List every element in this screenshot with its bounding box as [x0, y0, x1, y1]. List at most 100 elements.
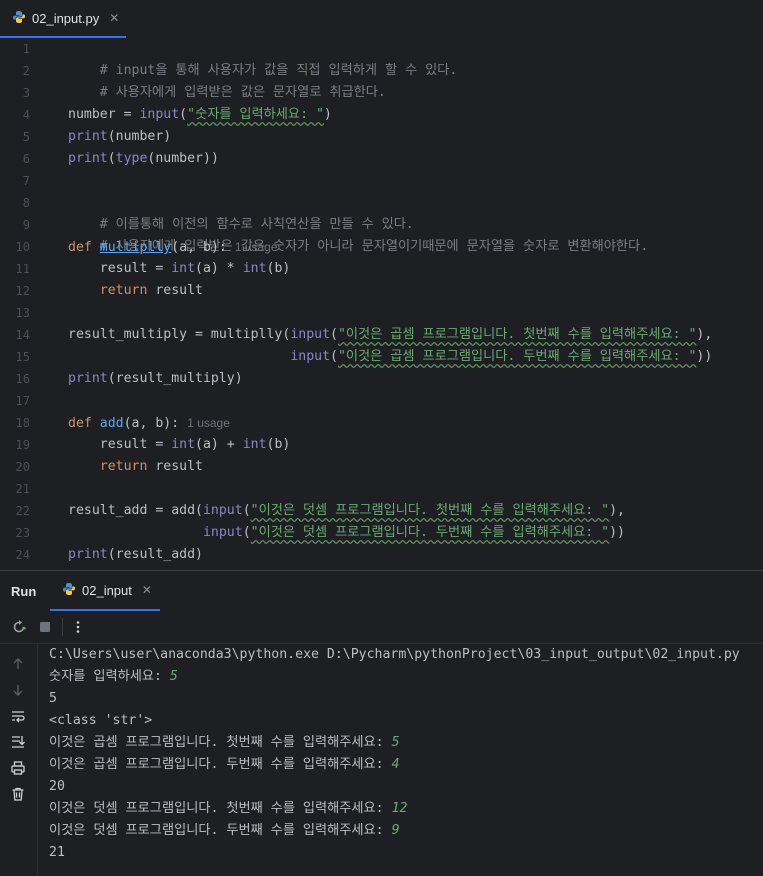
python-file-icon — [62, 581, 76, 600]
code-editor[interactable]: 1 2 3 4 5 6 7 8 9 10 11 12 13 14 15 16 1… — [0, 38, 763, 570]
code-line-23: input("이것은 덧셈 프로그램입니다. 두번째 수를 입력해주세요: ")… — [68, 522, 625, 544]
editor-tab-label: 02_input.py — [32, 10, 100, 26]
console-text: C:\Users\user\anaconda3\python.exe D:\Py… — [49, 647, 740, 662]
line-number: 22 — [15, 504, 30, 518]
python-file-icon — [12, 9, 26, 28]
console-line: 이것은 곱셈 프로그램입니다. 두번째 수를 입력해주세요: 4 — [49, 754, 759, 776]
code-line-24: print(result_add) — [68, 544, 203, 566]
line-number: 20 — [15, 460, 30, 474]
code-line-15: input("이것은 곱셈 프로그램입니다. 두번째 수를 입력해주세요: ")… — [68, 346, 712, 368]
builtin-token: input — [290, 327, 331, 342]
code-token: result — [147, 459, 203, 474]
usage-hint[interactable]: 1 usage — [187, 416, 230, 430]
builtin-token: print — [68, 371, 108, 386]
close-icon[interactable]: ✕ — [109, 11, 119, 25]
console-text: <class 'str'> — [49, 713, 153, 728]
builtin-token: input — [290, 349, 331, 364]
console-text: 이것은 곱셈 프로그램입니다. 두번째 수를 입력해주세요: — [49, 757, 392, 772]
line-number: 13 — [15, 306, 30, 320]
more-options-icon[interactable] — [70, 619, 86, 635]
code-token: ( — [242, 525, 251, 540]
string-token: "이것은 덧셈 프로그램입니다. 첫번째 수를 입력해주세요: " — [250, 503, 610, 518]
line-number: 7 — [22, 174, 30, 188]
line-number: 15 — [15, 350, 30, 364]
line-number: 9 — [22, 218, 30, 232]
console-text: 이것은 곱셈 프로그램입니다. 첫번째 수를 입력해주세요: — [49, 735, 392, 750]
usage-hint[interactable]: 1 usage — [235, 240, 278, 254]
line-number: 4 — [22, 108, 30, 122]
line-number-gutter: 1 2 3 4 5 6 7 8 9 10 11 12 13 14 15 16 1… — [0, 38, 40, 570]
code-line-20: return result — [68, 456, 203, 478]
string-token: "이것은 곱셈 프로그램입니다. 첫번째 수를 입력해주세요: " — [337, 327, 697, 342]
builtin-token: int — [171, 437, 196, 452]
builtin-token: print — [68, 151, 108, 166]
line-number: 18 — [15, 416, 30, 430]
code-token: result_multiply = multiplly( — [68, 327, 291, 342]
console-line: <class 'str'> — [49, 710, 759, 732]
console-text: 5 — [49, 691, 57, 706]
run-title: Run — [11, 584, 37, 599]
code-token: ), — [609, 503, 625, 518]
code-line-18: def add(a, b): 1 usage — [68, 412, 230, 434]
user-input-value: 4 — [391, 757, 400, 772]
keyword-token: return — [68, 283, 148, 298]
builtin-token: int — [242, 437, 267, 452]
code-line-22: result_add = add(input("이것은 덧셈 프로그램입니다. … — [68, 500, 625, 522]
editor-tab-bar: 02_input.py ✕ — [0, 0, 763, 39]
code-line-5: print(number) — [68, 126, 171, 148]
rerun-icon[interactable] — [11, 619, 27, 635]
run-console-output[interactable]: C:\Users\user\anaconda3\python.exe D:\Py… — [49, 644, 759, 864]
code-token: (a, b): — [123, 416, 180, 431]
code-token: result_add = add( — [68, 503, 203, 518]
code-line-14: result_multiply = multiplly(input("이것은 곱… — [68, 324, 712, 346]
comment: # 사용자에게 입력받은 값은 문자열로 취급한다. — [99, 85, 386, 100]
run-tab-02-input[interactable]: 02_input ✕ — [50, 571, 160, 611]
function-name[interactable]: multiplly — [100, 240, 171, 255]
function-name[interactable]: add — [100, 416, 124, 431]
code-line-11: result = int(a) * int(b) — [68, 258, 291, 280]
arrow-down-icon[interactable] — [10, 682, 26, 698]
stop-icon[interactable] — [37, 619, 53, 635]
console-line: 숫자를 입력하세요: 5 — [49, 666, 759, 688]
code-token: ( — [179, 107, 188, 122]
line-number: 8 — [22, 196, 30, 210]
code-line-16: print(result_multiply) — [68, 368, 243, 390]
line-number: 12 — [15, 284, 30, 298]
print-icon[interactable] — [10, 760, 26, 776]
code-token: (result_add) — [107, 547, 203, 562]
user-input-value: 9 — [391, 823, 400, 838]
code-line-1: # input을 통해 사용자가 값을 직접 입력하게 할 수 있다. — [68, 38, 458, 78]
run-tab-label: 02_input — [82, 582, 132, 598]
code-token: (b) — [266, 261, 291, 276]
line-number: 17 — [15, 394, 30, 408]
console-line: 이것은 곱셈 프로그램입니다. 첫번째 수를 입력해주세요: 5 — [49, 732, 759, 754]
line-number: 21 — [15, 482, 30, 496]
run-side-toolbar — [0, 644, 38, 876]
arrow-up-icon[interactable] — [10, 656, 26, 672]
scroll-to-end-icon[interactable] — [10, 734, 26, 750]
builtin-token: input — [202, 503, 243, 518]
console-line: 이것은 덧셈 프로그램입니다. 첫번째 수를 입력해주세요: 12 — [49, 798, 759, 820]
keyword-token: def — [68, 416, 92, 431]
console-text: 이것은 덧셈 프로그램입니다. 두번째 수를 입력해주세요: — [49, 823, 392, 838]
string-token: "숫자를 입력하세요: " — [187, 107, 324, 122]
code-token: result = — [68, 261, 172, 276]
builtin-token: type — [115, 151, 148, 166]
close-icon[interactable]: ✕ — [142, 583, 152, 597]
code-token: ( — [107, 151, 116, 166]
run-toolbar — [0, 611, 763, 644]
run-tool-window: Run 02_input ✕ C:\Users\user\anaconda3\p… — [0, 570, 763, 876]
code-token: ), — [696, 327, 713, 342]
user-input-value: 5 — [169, 669, 178, 684]
code-token: result — [147, 283, 203, 298]
soft-wrap-icon[interactable] — [10, 708, 26, 724]
code-line-12: return result — [68, 280, 203, 302]
line-number: 23 — [15, 526, 30, 540]
console-line: 21 — [49, 842, 759, 864]
console-line: 이것은 덧셈 프로그램입니다. 두번째 수를 입력해주세요: 9 — [49, 820, 759, 842]
editor-tab-02-input[interactable]: 02_input.py ✕ — [0, 0, 126, 38]
code-token: (a) * — [195, 261, 243, 276]
line-number: 19 — [15, 438, 30, 452]
trash-icon[interactable] — [10, 786, 26, 802]
